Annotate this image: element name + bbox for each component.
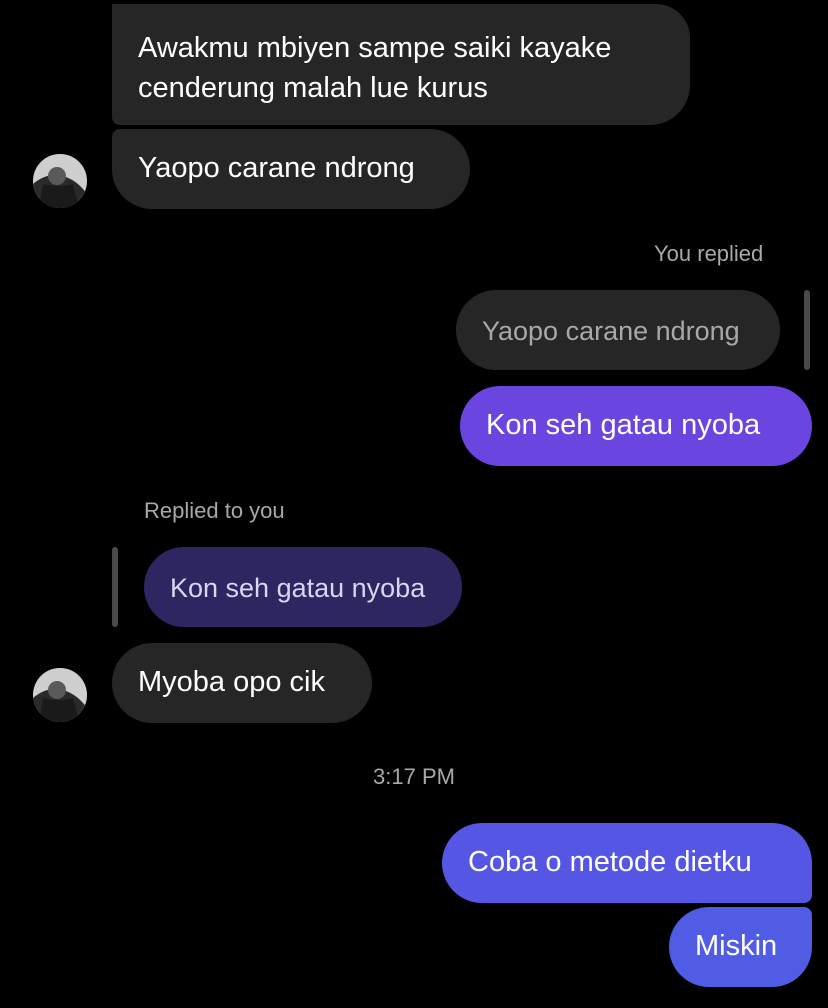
contact-avatar[interactable] [33, 668, 87, 722]
message-text: Miskin [695, 930, 778, 962]
message-text: Kon seh gatau nyoba [486, 409, 761, 441]
contact-avatar[interactable] [33, 154, 87, 208]
reply-label: Replied to you [144, 498, 285, 523]
quoted-message[interactable]: Yaopo carane ndrong [456, 290, 780, 370]
quoted-text: Kon seh gatau nyoba [170, 573, 426, 603]
message-bubble-outgoing[interactable]: Miskin [669, 907, 812, 987]
message-bubble-incoming[interactable]: Myoba opo cik [112, 643, 372, 723]
reply-indicator-bar [112, 547, 118, 627]
reply-indicator-bar [804, 290, 810, 370]
quoted-message[interactable]: Kon seh gatau nyoba [144, 547, 462, 627]
message-bubble-incoming[interactable]: Awakmu mbiyen sampe saiki kayake cenderu… [112, 4, 690, 125]
message-text: Myoba opo cik [138, 666, 325, 698]
message-text: Yaopo carane ndrong [138, 152, 415, 184]
message-timestamp: 3:17 PM [373, 764, 455, 789]
avatar-photo-icon [33, 668, 87, 722]
avatar-photo-icon [33, 154, 87, 208]
message-text: Coba o metode dietku [468, 846, 752, 878]
message-text: Awakmu mbiyen sampe saiki kayake cenderu… [138, 32, 612, 104]
quoted-text: Yaopo carane ndrong [482, 316, 740, 346]
reply-label: You replied [654, 241, 764, 266]
message-bubble-incoming[interactable]: Yaopo carane ndrong [112, 129, 470, 209]
message-bubble-outgoing[interactable]: Kon seh gatau nyoba [460, 386, 812, 466]
message-bubble-outgoing[interactable]: Coba o metode dietku [442, 823, 812, 903]
